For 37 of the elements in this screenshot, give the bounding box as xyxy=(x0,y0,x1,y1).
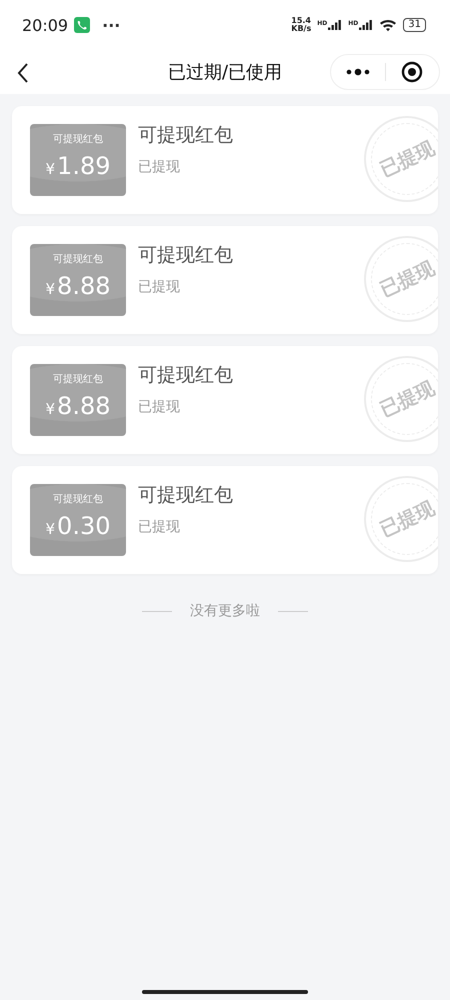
coupon-amount: ¥8.88 xyxy=(46,272,110,300)
coupon-title: 可提现红包 xyxy=(138,123,233,148)
coupon-amount: ¥1.89 xyxy=(46,152,110,180)
withdrawn-stamp: 已提现 xyxy=(364,476,438,562)
wifi-icon xyxy=(379,18,398,32)
coupon-card[interactable]: 可提现红包 ¥1.89 可提现红包 已提现 已提现 xyxy=(12,106,438,214)
coupon-status: 已提现 xyxy=(138,158,181,176)
coupon-title: 可提现红包 xyxy=(138,483,233,508)
coupon-card[interactable]: 可提现红包 ¥8.88 可提现红包 已提现 已提现 xyxy=(12,226,438,334)
coupon-status: 已提现 xyxy=(138,278,181,296)
coupon-title: 可提现红包 xyxy=(138,363,233,388)
page-title: 已过期/已使用 xyxy=(168,61,282,84)
badge-title: 可提现红包 xyxy=(53,373,103,386)
coupon-status: 已提现 xyxy=(138,398,181,416)
coupon-card[interactable]: 可提现红包 ¥0.30 可提现红包 已提现 已提现 xyxy=(12,466,438,574)
badge-title: 可提现红包 xyxy=(53,493,103,506)
network-speed: 15.4 KB/s xyxy=(291,17,312,33)
withdrawn-stamp: 已提现 xyxy=(364,116,438,202)
coupon-card[interactable]: 可提现红包 ¥8.88 可提现红包 已提现 已提现 xyxy=(12,346,438,454)
signal-icon xyxy=(328,20,342,30)
signal-icon xyxy=(359,20,374,30)
badge-title: 可提现红包 xyxy=(53,133,103,146)
more-icon[interactable] xyxy=(346,68,370,76)
withdrawn-stamp: 已提现 xyxy=(364,356,438,442)
coupon-status: 已提现 xyxy=(138,518,181,536)
coupon-amount: ¥8.88 xyxy=(46,392,110,420)
withdrawn-stamp: 已提现 xyxy=(364,236,438,322)
battery-level: 31 xyxy=(403,18,426,32)
more-notifications: ··· xyxy=(102,16,120,34)
status-time: 20:09 xyxy=(22,16,68,34)
badge-title: 可提现红包 xyxy=(53,253,103,266)
coupon-title: 可提现红包 xyxy=(138,243,233,268)
back-icon[interactable] xyxy=(16,62,30,84)
phone-call-icon xyxy=(74,17,90,33)
close-target-icon[interactable] xyxy=(401,61,424,83)
end-of-list-text: 没有更多啦 xyxy=(190,602,260,620)
coupon-amount: ¥0.30 xyxy=(46,512,110,540)
